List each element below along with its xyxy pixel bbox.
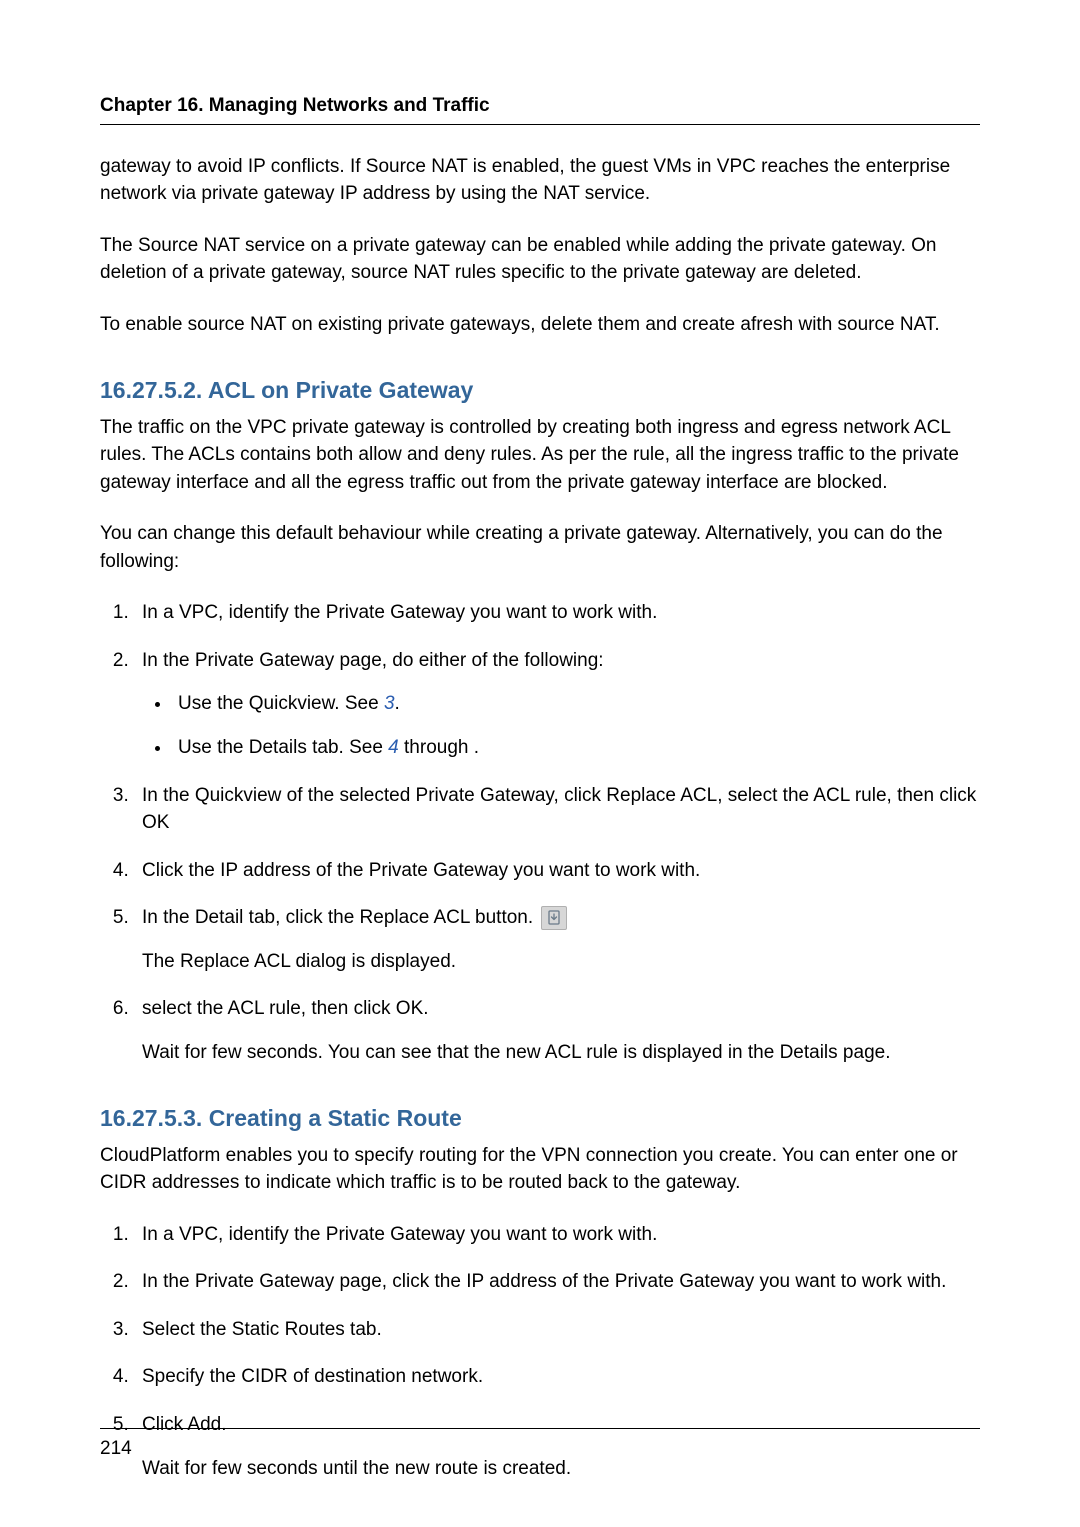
step-text: In the Private Gateway page, do either o… — [142, 650, 604, 671]
intro-para-2: The Source NAT service on a private gate… — [100, 232, 980, 287]
step-text: Specify the CIDR of destination network. — [142, 1366, 483, 1387]
step-text: Click the IP address of the Private Gate… — [142, 860, 700, 881]
sec1-step-6: select the ACL rule, then click OK. Wait… — [134, 995, 980, 1066]
sec2-step-2: In the Private Gateway page, click the I… — [134, 1268, 980, 1296]
step-subtext: Wait for few seconds. You can see that t… — [142, 1039, 980, 1067]
sec2-para-1: CloudPlatform enables you to specify rou… — [100, 1142, 980, 1197]
sec1-step-1: In a VPC, identify the Private Gateway y… — [134, 599, 980, 627]
intro-para-1: gateway to avoid IP conflicts. If Source… — [100, 153, 980, 208]
intro-para-3: To enable source NAT on existing private… — [100, 311, 980, 339]
sec1-para-2: You can change this default behaviour wh… — [100, 520, 980, 575]
step-text: In a VPC, identify the Private Gateway y… — [142, 602, 657, 623]
bullet-text-pre: Use the Quickview. See — [178, 693, 384, 714]
page-footer: 214 — [100, 1428, 980, 1463]
bullet-text-post: . — [395, 693, 400, 714]
bullet-text-post: through . — [399, 737, 479, 758]
page-number: 214 — [100, 1438, 132, 1459]
sec1-para-1: The traffic on the VPC private gateway i… — [100, 414, 980, 497]
step-text: select the ACL rule, then click OK. — [142, 998, 429, 1019]
section-title-static-route: 16.27.5.3. Creating a Static Route — [100, 1102, 980, 1135]
step-text: In a VPC, identify the Private Gateway y… — [142, 1224, 657, 1245]
step-text: Select the Static Routes tab. — [142, 1319, 382, 1340]
step-subtext: The Replace ACL dialog is displayed. — [142, 948, 980, 976]
step-text: In the Detail tab, click the Replace ACL… — [142, 907, 533, 928]
replace-acl-icon — [541, 906, 567, 930]
sec1-step-4: Click the IP address of the Private Gate… — [134, 857, 980, 885]
section-title-acl: 16.27.5.2. ACL on Private Gateway — [100, 374, 980, 407]
sec2-step-3: Select the Static Routes tab. — [134, 1316, 980, 1344]
sec1-step-5: In the Detail tab, click the Replace ACL… — [134, 904, 980, 975]
sec1-step-2-sublist: Use the Quickview. See 3. Use the Detail… — [142, 690, 980, 761]
sec2-step-1: In a VPC, identify the Private Gateway y… — [134, 1221, 980, 1249]
sec1-step-3: In the Quickview of the selected Private… — [134, 782, 980, 837]
bullet-text-pre: Use the Details tab. See — [178, 737, 388, 758]
sec1-step-2a: Use the Quickview. See 3. — [172, 690, 980, 718]
link-step-4[interactable]: 4 — [388, 737, 399, 758]
sec1-steps: In a VPC, identify the Private Gateway y… — [100, 599, 980, 1066]
chapter-header: Chapter 16. Managing Networks and Traffi… — [100, 92, 980, 125]
step-text: In the Quickview of the selected Private… — [142, 785, 976, 834]
sec1-step-2b: Use the Details tab. See 4 through . — [172, 734, 980, 762]
sec2-step-4: Specify the CIDR of destination network. — [134, 1363, 980, 1391]
step-text: In the Private Gateway page, click the I… — [142, 1271, 946, 1292]
sec1-step-2: In the Private Gateway page, do either o… — [134, 647, 980, 762]
link-step-3[interactable]: 3 — [384, 693, 395, 714]
